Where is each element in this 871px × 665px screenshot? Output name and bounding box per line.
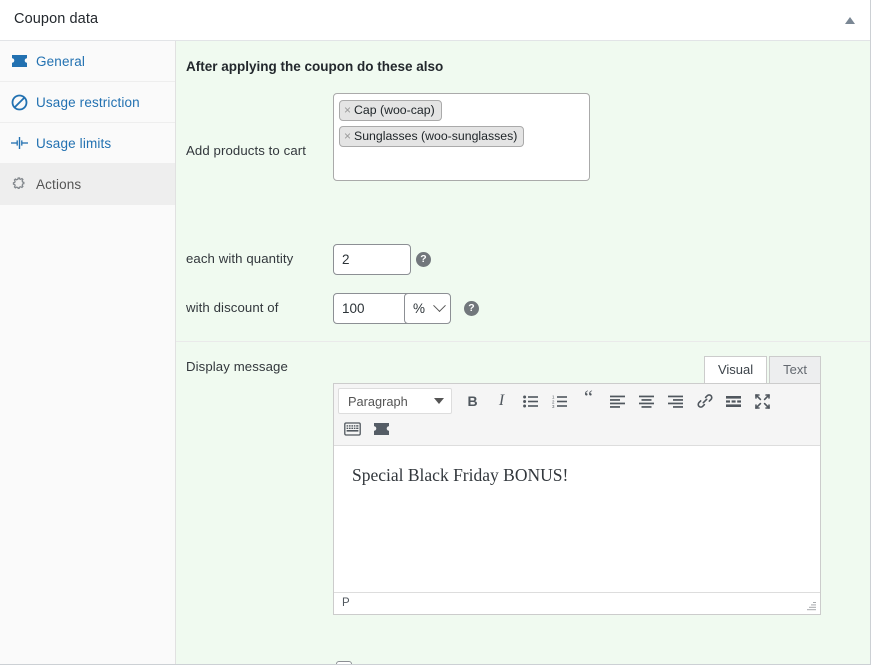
display-message-label: Display message: [186, 359, 288, 374]
sidebar-item-label: Usage restriction: [36, 94, 140, 110]
sidebar-item-label: Actions: [36, 176, 82, 192]
product-tag-label: Cap (woo-cap): [354, 103, 435, 117]
block-icon: [2, 94, 36, 111]
section-divider: [176, 341, 870, 342]
discount-help-icon[interactable]: ?: [464, 301, 479, 316]
element-path: P: [342, 597, 350, 609]
discount-unit-value: %: [413, 301, 426, 316]
editor-container: Paragraph B I 1 2 3 “ Special Black Frid…: [333, 383, 821, 615]
discount-label: with discount of: [186, 300, 279, 315]
tab-visual[interactable]: Visual: [703, 356, 768, 383]
add-products-select[interactable]: × Cap (woo-cap) × Sunglasses (woo-sunglass…: [333, 93, 590, 181]
product-tag[interactable]: × Cap (woo-cap): [339, 100, 442, 121]
discount-unit-select[interactable]: %: [404, 293, 451, 324]
sidebar-item-usage-restriction[interactable]: Usage restriction: [0, 82, 175, 123]
section-heading: After applying the coupon do these also: [186, 59, 444, 74]
page-title: Coupon data: [14, 11, 99, 27]
caret-down-icon: [434, 398, 444, 404]
bold-icon[interactable]: B: [458, 388, 487, 414]
product-tag-label: Sunglasses (woo-sunglasses): [354, 129, 518, 143]
keyboard-shortcuts-icon[interactable]: [338, 416, 367, 442]
editor-toolbar: Paragraph B I 1 2 3 “: [334, 384, 820, 446]
quantity-label: each with quantity: [186, 251, 294, 266]
read-more-icon[interactable]: [719, 388, 748, 414]
remove-tag-icon[interactable]: ×: [344, 129, 351, 143]
discount-row: with discount of % ?: [176, 293, 870, 324]
sidebar-item-usage-limits[interactable]: Usage limits: [0, 123, 175, 164]
coupon-data-tabs: General Usage restriction Usage limits A…: [0, 41, 176, 664]
resize-handle[interactable]: [805, 600, 817, 612]
screenshot-root: Coupon data General Usage restriction Us…: [0, 0, 871, 665]
fullscreen-icon[interactable]: [748, 388, 777, 414]
quantity-help-icon[interactable]: ?: [416, 252, 431, 267]
editor-paragraph: Special Black Friday BONUS!: [352, 465, 569, 485]
align-center-icon[interactable]: [632, 388, 661, 414]
align-right-icon[interactable]: [661, 388, 690, 414]
limits-icon: [2, 136, 36, 150]
sidebar-item-actions[interactable]: Actions: [0, 164, 175, 205]
product-tag[interactable]: × Sunglasses (woo-sunglasses): [339, 126, 525, 147]
panel-body: General Usage restriction Usage limits A…: [0, 41, 870, 664]
blockquote-icon[interactable]: “: [574, 388, 603, 414]
ticket-icon: [2, 54, 36, 68]
add-products-label: Add products to cart: [186, 143, 307, 158]
editor-statusbar: P: [334, 592, 820, 614]
coupon-ticket-icon[interactable]: [367, 416, 396, 442]
editor-mode-tabs: Visual Text: [702, 355, 821, 383]
align-left-icon[interactable]: [603, 388, 632, 414]
svg-text:3: 3: [552, 403, 555, 407]
format-select-value: Paragraph: [348, 393, 408, 409]
actions-options-panel: After applying the coupon do these also …: [176, 41, 870, 664]
tab-text[interactable]: Text: [769, 356, 821, 383]
toolbar-row-2: [338, 416, 816, 442]
sidebar-item-label: General: [36, 53, 86, 69]
discount-input[interactable]: [333, 293, 411, 324]
chevron-down-icon: [433, 299, 446, 313]
email-message-label: Email message?: [186, 663, 285, 664]
email-message-description: Check this box to include above message …: [362, 663, 764, 664]
panel-header: Coupon data: [0, 0, 870, 41]
email-message-checkbox[interactable]: [336, 661, 352, 664]
editor-content-area[interactable]: Special Black Friday BONUS!: [334, 446, 820, 592]
coupon-data-panel: Coupon data General Usage restriction Us…: [0, 0, 871, 665]
bulleted-list-icon[interactable]: [516, 388, 545, 414]
add-products-row: Add products to cart × Cap (woo-cap) × Sun…: [176, 93, 870, 181]
toolbar-row-1: Paragraph B I 1 2 3 “: [338, 388, 816, 414]
italic-icon[interactable]: I: [487, 388, 516, 414]
remove-tag-icon[interactable]: ×: [344, 103, 351, 117]
format-select[interactable]: Paragraph: [338, 388, 452, 414]
quantity-input[interactable]: [333, 244, 411, 275]
gear-icon: [2, 176, 36, 193]
sidebar-item-label: Usage limits: [36, 135, 112, 151]
triangle-up-icon[interactable]: [840, 12, 860, 30]
quantity-row: each with quantity ?: [176, 244, 870, 275]
numbered-list-icon[interactable]: 1 2 3: [545, 388, 574, 414]
sidebar-item-general[interactable]: General: [0, 41, 175, 82]
link-icon[interactable]: [690, 388, 719, 414]
